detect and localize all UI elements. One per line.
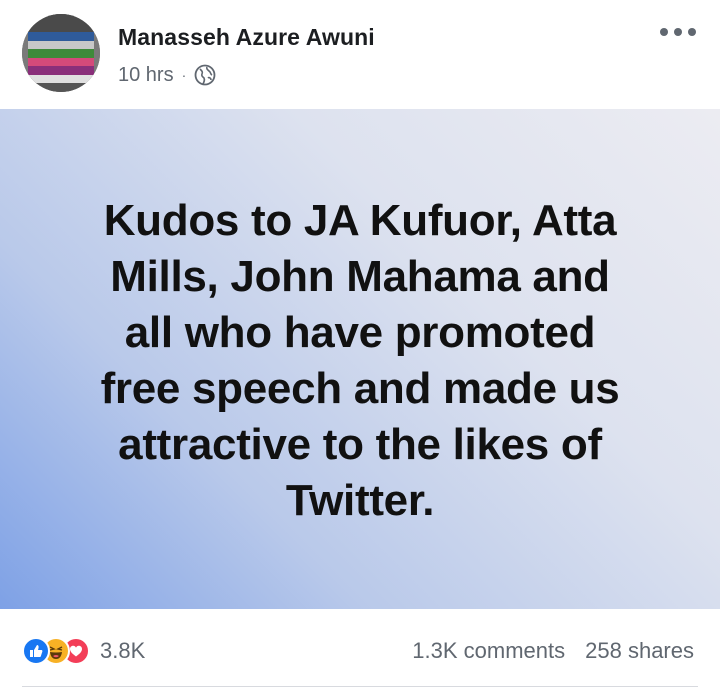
more-dot-icon <box>660 28 668 36</box>
author-name[interactable]: Manasseh Azure Awuni <box>118 24 375 51</box>
post-footer: 3.8K 1.3K comments 258 shares <box>0 610 720 688</box>
globe-icon[interactable] <box>194 64 216 86</box>
post-header: Manasseh Azure Awuni 10 hrs · <box>0 0 720 108</box>
more-dot-icon <box>674 28 682 36</box>
author-avatar[interactable] <box>22 14 100 92</box>
post-time[interactable]: 10 hrs <box>118 64 174 87</box>
post-text: Kudos to JA Kufuor, Atta Mills, John Mah… <box>100 196 620 525</box>
more-options-button[interactable] <box>660 22 696 42</box>
shares-count-link[interactable]: 258 shares <box>585 638 694 664</box>
footer-divider <box>22 686 698 687</box>
like-icon <box>22 637 50 665</box>
more-dot-icon <box>688 28 696 36</box>
reactions-summary[interactable]: 3.8K <box>22 636 145 666</box>
facebook-post: Manasseh Azure Awuni 10 hrs · Kudos to J… <box>0 0 720 688</box>
post-meta: 10 hrs · <box>118 62 216 88</box>
reaction-count: 3.8K <box>100 638 146 663</box>
engagement-stats: 1.3K comments 258 shares <box>412 636 694 666</box>
comments-count-link[interactable]: 1.3K comments <box>412 638 565 664</box>
post-text-image[interactable]: Kudos to JA Kufuor, Atta Mills, John Mah… <box>0 109 720 609</box>
meta-separator: · <box>181 67 187 83</box>
